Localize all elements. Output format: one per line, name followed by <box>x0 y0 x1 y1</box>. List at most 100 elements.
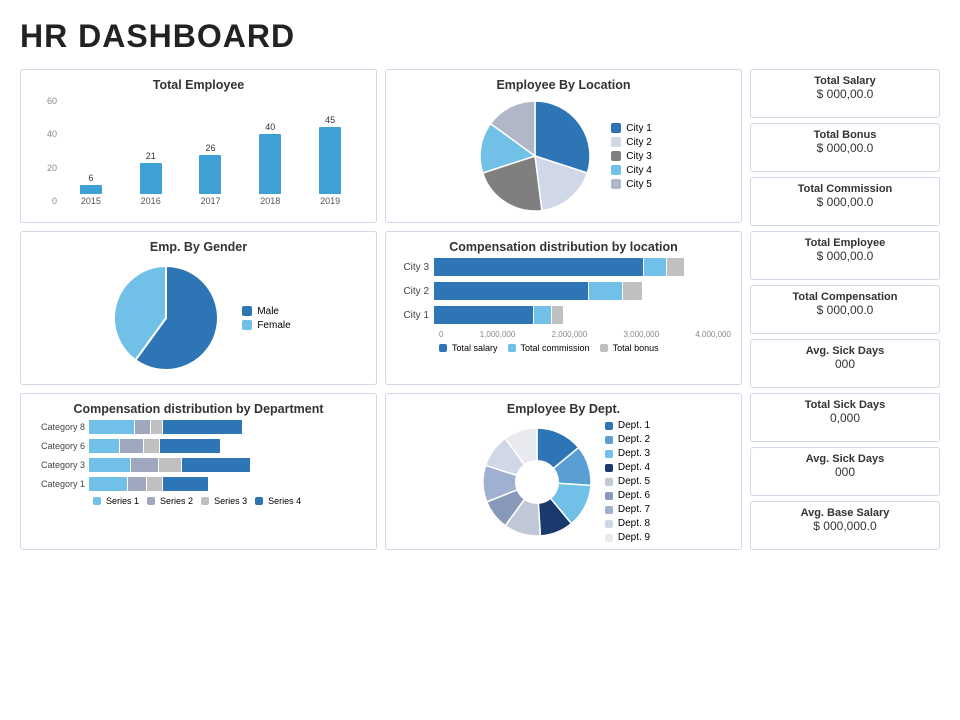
dept-legend: Dept. 1 Dept. 2 Dept. 3 Dept. 4 Dept. 5 … <box>605 420 650 543</box>
stat-card: Avg. Sick Days 000 <box>750 339 940 388</box>
stat-label: Total Bonus <box>759 129 931 141</box>
hbar-legend-dot <box>508 344 516 352</box>
dept-legend-item: Dept. 9 <box>605 532 650 543</box>
bar-value-label: 40 <box>265 122 275 132</box>
dbar-segment <box>128 477 147 491</box>
dept-legend-label: Dept. 8 <box>618 518 650 529</box>
hbar-legend-item: Total salary <box>439 343 498 353</box>
legend-dot <box>242 320 252 330</box>
stat-label: Total Compensation <box>759 291 931 303</box>
bar <box>199 155 221 194</box>
stat-card: Total Salary $ 000,00.0 <box>750 69 940 118</box>
dept-legend-dot <box>605 436 613 444</box>
hbar-segment <box>667 258 684 276</box>
dbar-legend-item: Series 1 <box>93 496 139 506</box>
bar <box>259 134 281 194</box>
dbar-category-label: Category 1 <box>31 479 89 489</box>
stat-value: 000 <box>759 357 931 371</box>
dept-legend-dot <box>605 450 613 458</box>
dbar-segment <box>135 420 150 434</box>
hbar-axis-label: 4,000,000 <box>695 330 731 339</box>
compensation-by-dept-title: Compensation distribution by Department <box>31 402 366 416</box>
stat-label: Total Commission <box>759 183 931 195</box>
legend-dot <box>611 137 621 147</box>
compensation-by-dept-card: Compensation distribution by Department … <box>20 393 377 550</box>
hbar-legend-item: Total bonus <box>600 343 659 353</box>
dept-legend-dot <box>605 520 613 528</box>
location-legend: City 1 City 2 City 3 City 4 City 5 <box>611 123 652 190</box>
dbar-segment <box>151 420 162 434</box>
dept-legend-dot <box>605 478 613 486</box>
dept-legend-dot <box>605 492 613 500</box>
hbar-stack <box>434 258 685 276</box>
dbar-legend-dot <box>255 497 263 505</box>
hbar-legend-label: Total salary <box>452 343 498 353</box>
dbar-category-label: Category 8 <box>31 422 89 432</box>
bar <box>140 163 162 195</box>
legend-label: Female <box>257 320 290 331</box>
legend-item: Female <box>242 320 290 331</box>
hbar-city-label: City 3 <box>396 262 434 273</box>
dbar-segment <box>144 439 159 453</box>
dbar-segment <box>131 458 157 472</box>
hbar-row: City 1 <box>396 306 731 324</box>
dbar-segment <box>89 477 127 491</box>
dept-legend-label: Dept. 6 <box>618 490 650 501</box>
dept-legend-dot <box>605 422 613 430</box>
hbar-row: City 2 <box>396 282 731 300</box>
dept-legend-item: Dept. 4 <box>605 462 650 473</box>
stat-label: Total Salary <box>759 75 931 87</box>
legend-item: City 2 <box>611 137 652 148</box>
total-employee-chart: 604020062015212016262017402018452019 <box>31 96 366 206</box>
bar-year-label: 2015 <box>81 196 101 206</box>
dbar-legend-dot <box>201 497 209 505</box>
stat-label: Avg. Sick Days <box>759 345 931 357</box>
stat-card: Total Commission $ 000,00.0 <box>750 177 940 226</box>
dbar-legend-label: Series 4 <box>268 496 301 506</box>
stats-column: Total Salary $ 000,00.0Total Bonus $ 000… <box>750 69 940 550</box>
hbar-legend: Total salary Total commission Total bonu… <box>396 343 731 353</box>
legend-label: City 2 <box>626 137 652 148</box>
hbar-axis-label: 1,000,000 <box>480 330 516 339</box>
legend-item: City 5 <box>611 179 652 190</box>
bar-year-label: 2016 <box>141 196 161 206</box>
dept-legend-label: Dept. 2 <box>618 434 650 445</box>
bar <box>80 185 102 194</box>
legend-label: City 3 <box>626 151 652 162</box>
dbar-segment <box>89 458 130 472</box>
legend-item: City 1 <box>611 123 652 134</box>
bar-group: 452019 <box>300 96 360 206</box>
hbar-city-label: City 2 <box>396 286 434 297</box>
hbar-axis-label: 3,000,000 <box>623 330 659 339</box>
dbar-segment <box>159 458 182 472</box>
bar-value-label: 6 <box>88 173 93 183</box>
dbar-legend: Series 1 Series 2 Series 3 Series 4 <box>31 496 366 506</box>
employee-by-dept-card: Employee By Dept. Dept. 1 Dept. 2 Dept. … <box>385 393 742 550</box>
compensation-by-location-title: Compensation distribution by location <box>396 240 731 254</box>
gender-legend: Male Female <box>242 306 290 331</box>
hbar-segment <box>552 306 563 324</box>
bar <box>319 127 341 195</box>
dept-legend-item: Dept. 3 <box>605 448 650 459</box>
stat-card: Avg. Sick Days 000 <box>750 447 940 496</box>
dept-legend-dot <box>605 506 613 514</box>
dept-legend-dot <box>605 464 613 472</box>
bar-value-label: 26 <box>205 143 215 153</box>
hbar-stack <box>434 306 564 324</box>
bar-chart-y-axis: 6040200 <box>31 96 57 206</box>
hbar-legend-label: Total commission <box>521 343 590 353</box>
hbar-row: City 3 <box>396 258 731 276</box>
legend-label: City 5 <box>626 179 652 190</box>
stat-label: Total Sick Days <box>759 399 931 411</box>
employee-by-location-card: Employee By Location City 1 City 2 City … <box>385 69 742 223</box>
dbar-legend-item: Series 3 <box>201 496 247 506</box>
total-employee-title: Total Employee <box>31 78 366 92</box>
dbar-stack <box>89 420 243 434</box>
dept-legend-label: Dept. 1 <box>618 420 650 431</box>
stat-value: 0,000 <box>759 411 931 425</box>
gender-pie-svg <box>106 258 226 378</box>
stat-value: $ 000,00.0 <box>759 141 931 155</box>
stat-label: Total Employee <box>759 237 931 249</box>
legend-item: Male <box>242 306 290 317</box>
stat-value: $ 000,00.0 <box>759 195 931 209</box>
